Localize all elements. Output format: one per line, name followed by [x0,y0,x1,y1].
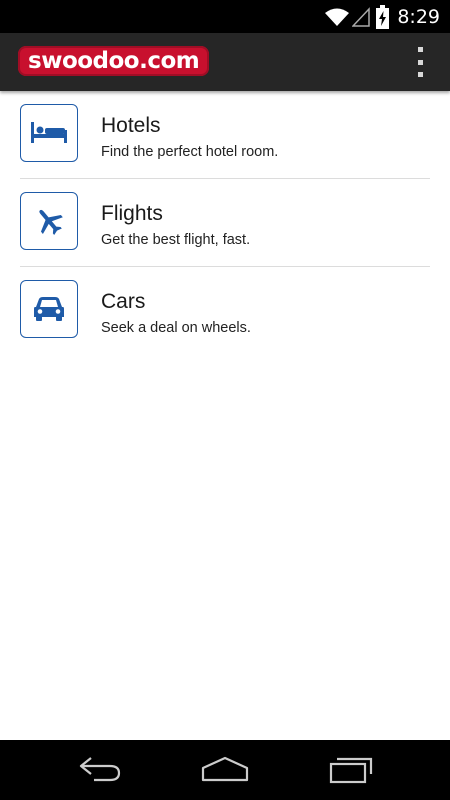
wifi-icon [324,7,350,27]
item-subtitle: Find the perfect hotel room. [101,144,279,160]
car-icon [20,280,78,338]
signal-icon [352,6,371,27]
back-icon[interactable] [78,754,122,791]
status-icons: 8:29 [324,0,440,33]
status-bar: 8:29 [0,0,450,33]
app-logo[interactable]: swoodoo.com [18,46,210,76]
item-title: Cars [101,290,146,313]
item-subtitle: Get the best flight, fast. [101,232,251,248]
bed-icon [20,104,78,162]
overflow-menu-icon[interactable] [414,47,426,77]
list-item-flights[interactable]: Flights Get the best flight, fast. [0,179,450,267]
item-subtitle: Seek a deal on wheels. [101,320,251,336]
list-item-cars[interactable]: Cars Seek a deal on wheels. [0,267,450,355]
battery-charging-icon [376,4,390,29]
recents-icon[interactable] [329,754,373,791]
home-icon[interactable] [201,754,249,791]
airplane-icon [20,192,78,250]
navigation-bar [0,740,450,800]
status-clock: 8:29 [397,5,440,28]
category-list: Hotels Find the perfect hotel room. Flig… [0,91,450,355]
item-title: Hotels [101,114,161,137]
action-bar: swoodoo.com [0,33,450,91]
list-item-hotels[interactable]: Hotels Find the perfect hotel room. [0,91,450,179]
item-title: Flights [101,202,163,225]
